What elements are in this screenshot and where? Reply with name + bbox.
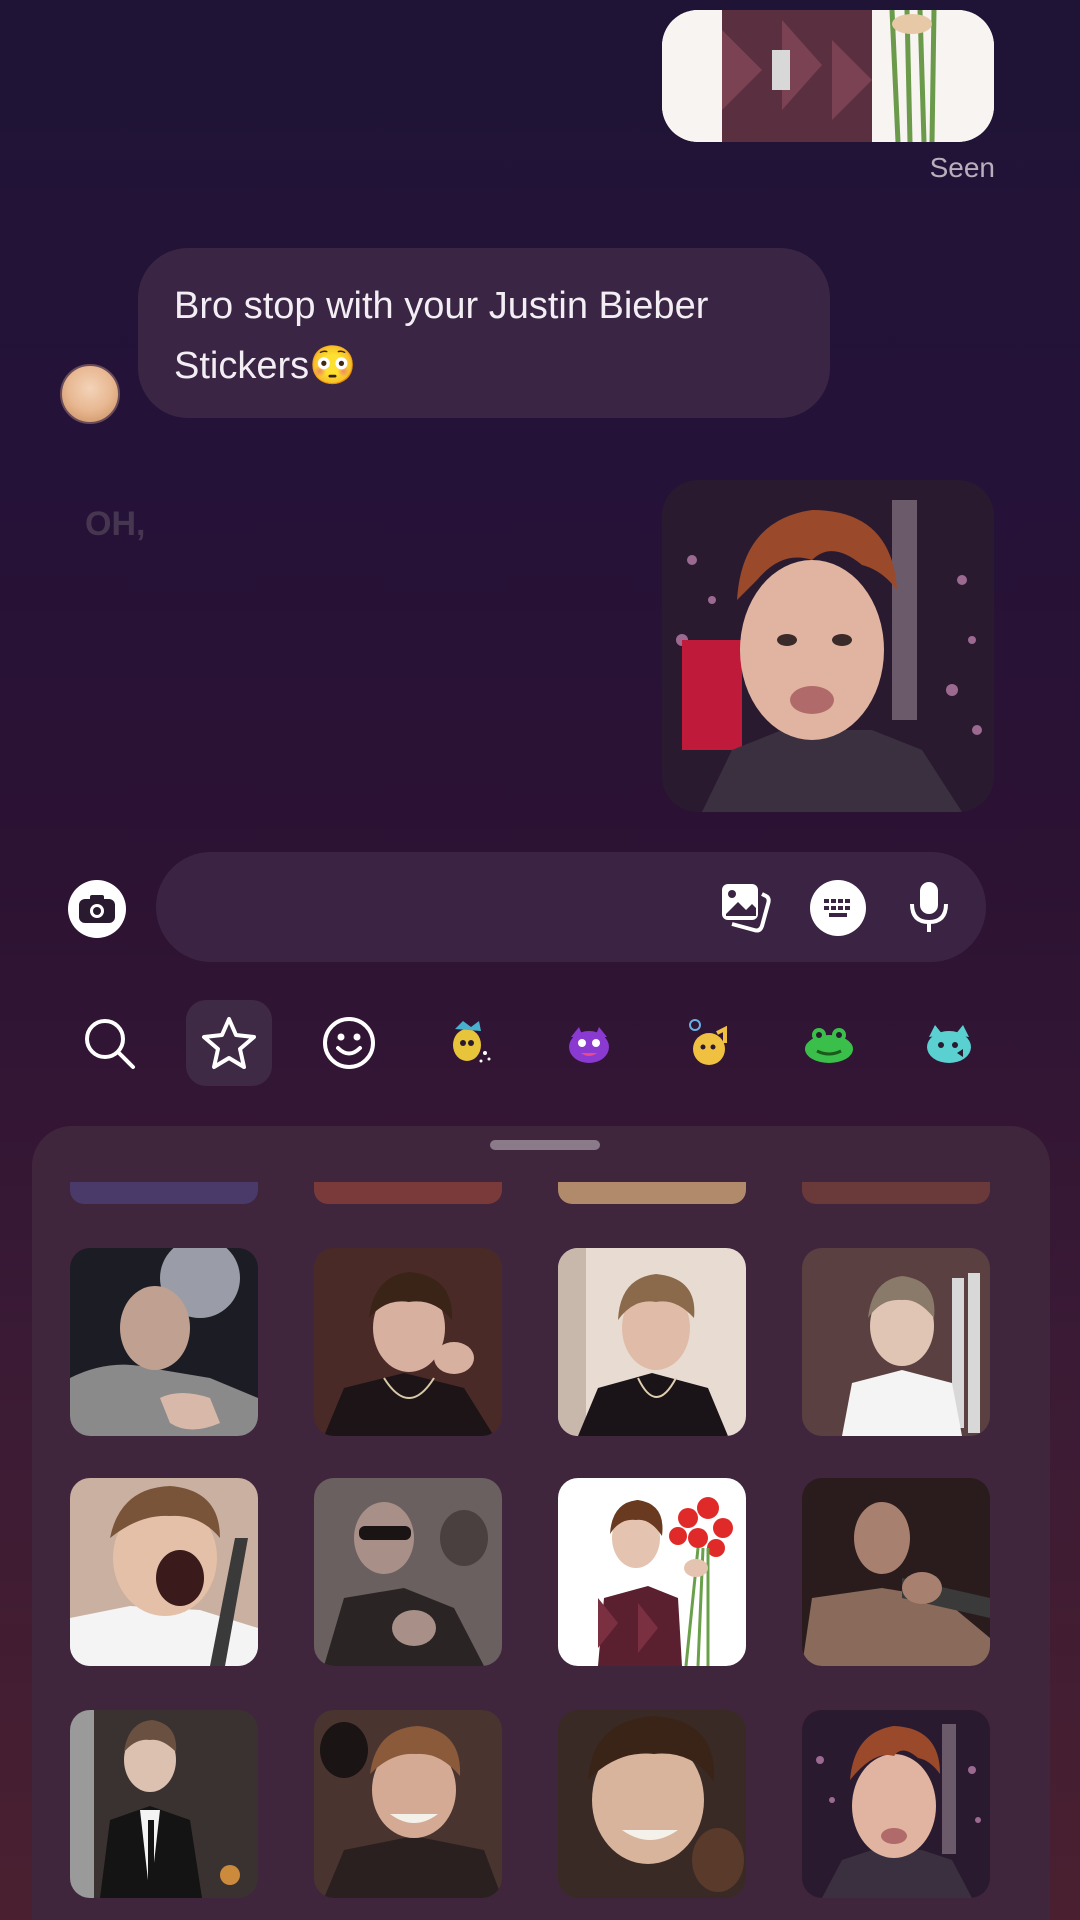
faded-text: OH, [85,505,146,543]
sticker-pack-icon [927,1025,971,1063]
avatar[interactable] [60,364,120,424]
sticker-keyboard-button[interactable] [810,880,866,936]
sticker-image [70,1248,258,1436]
star-icon [202,1017,256,1069]
search-icon [85,1019,135,1069]
sticker-thumb[interactable] [314,1710,502,1898]
sticker-image [662,480,994,812]
sticker-image [70,1478,258,1666]
microphone-button[interactable] [900,876,958,938]
sticker-pack-icon [689,1019,727,1065]
sticker-image [314,1248,502,1436]
sticker-image [802,1478,990,1666]
sticker-pack-icon [453,1021,491,1063]
sticker-image [662,10,994,142]
sticker-image [314,1478,502,1666]
sticker-pack-icon [805,1028,853,1063]
sticker-thumb[interactable] [314,1248,502,1436]
sticker-image [558,1478,746,1666]
sticker-image [558,1710,746,1898]
sticker-thumb[interactable] [802,1182,990,1204]
sticker-thumb[interactable] [558,1182,746,1204]
sticker-thumb[interactable] [70,1182,258,1204]
gallery-icon [722,884,771,933]
camera-button[interactable] [68,880,126,938]
sticker-pack-icon [569,1027,609,1063]
sticker-thumb[interactable] [70,1248,258,1436]
camera-icon [79,895,115,923]
received-message-bubble: Bro stop with your Justin Bieber Sticker… [138,248,830,418]
sent-sticker[interactable] [662,480,994,812]
keyboard-icon [824,899,850,917]
sticker-thumb[interactable] [558,1478,746,1666]
tab-emoji[interactable] [306,1000,392,1086]
sticker-image [314,1710,502,1898]
sticker-thumb[interactable] [802,1478,990,1666]
smiley-icon [323,1017,375,1069]
sticker-thumb[interactable] [70,1710,258,1898]
microphone-icon [910,882,948,932]
sticker-image [70,1710,258,1898]
sticker-thumb[interactable] [314,1478,502,1666]
tab-search[interactable] [66,1000,152,1086]
drag-handle[interactable] [490,1140,600,1150]
sent-sticker-top[interactable] [662,10,994,142]
tab-sticker-pack-3[interactable] [666,1000,752,1086]
tab-sticker-pack-4[interactable] [786,1000,872,1086]
sticker-thumb[interactable] [558,1710,746,1898]
tab-sticker-pack-2[interactable] [546,1000,632,1086]
sticker-thumb[interactable] [558,1248,746,1436]
sticker-thumb[interactable] [802,1248,990,1436]
gallery-button[interactable] [716,878,774,936]
tab-sticker-pack-1[interactable] [426,1000,512,1086]
sticker-image [558,1248,746,1436]
sticker-thumb[interactable] [802,1710,990,1898]
sticker-tray [32,1126,1050,1920]
sticker-thumb[interactable] [70,1478,258,1666]
tab-favorites[interactable] [186,1000,272,1086]
tab-sticker-pack-5[interactable] [906,1000,992,1086]
sticker-thumb[interactable] [314,1182,502,1204]
sticker-image [802,1248,990,1436]
seen-status: Seen [929,152,995,183]
sticker-image [802,1710,990,1898]
